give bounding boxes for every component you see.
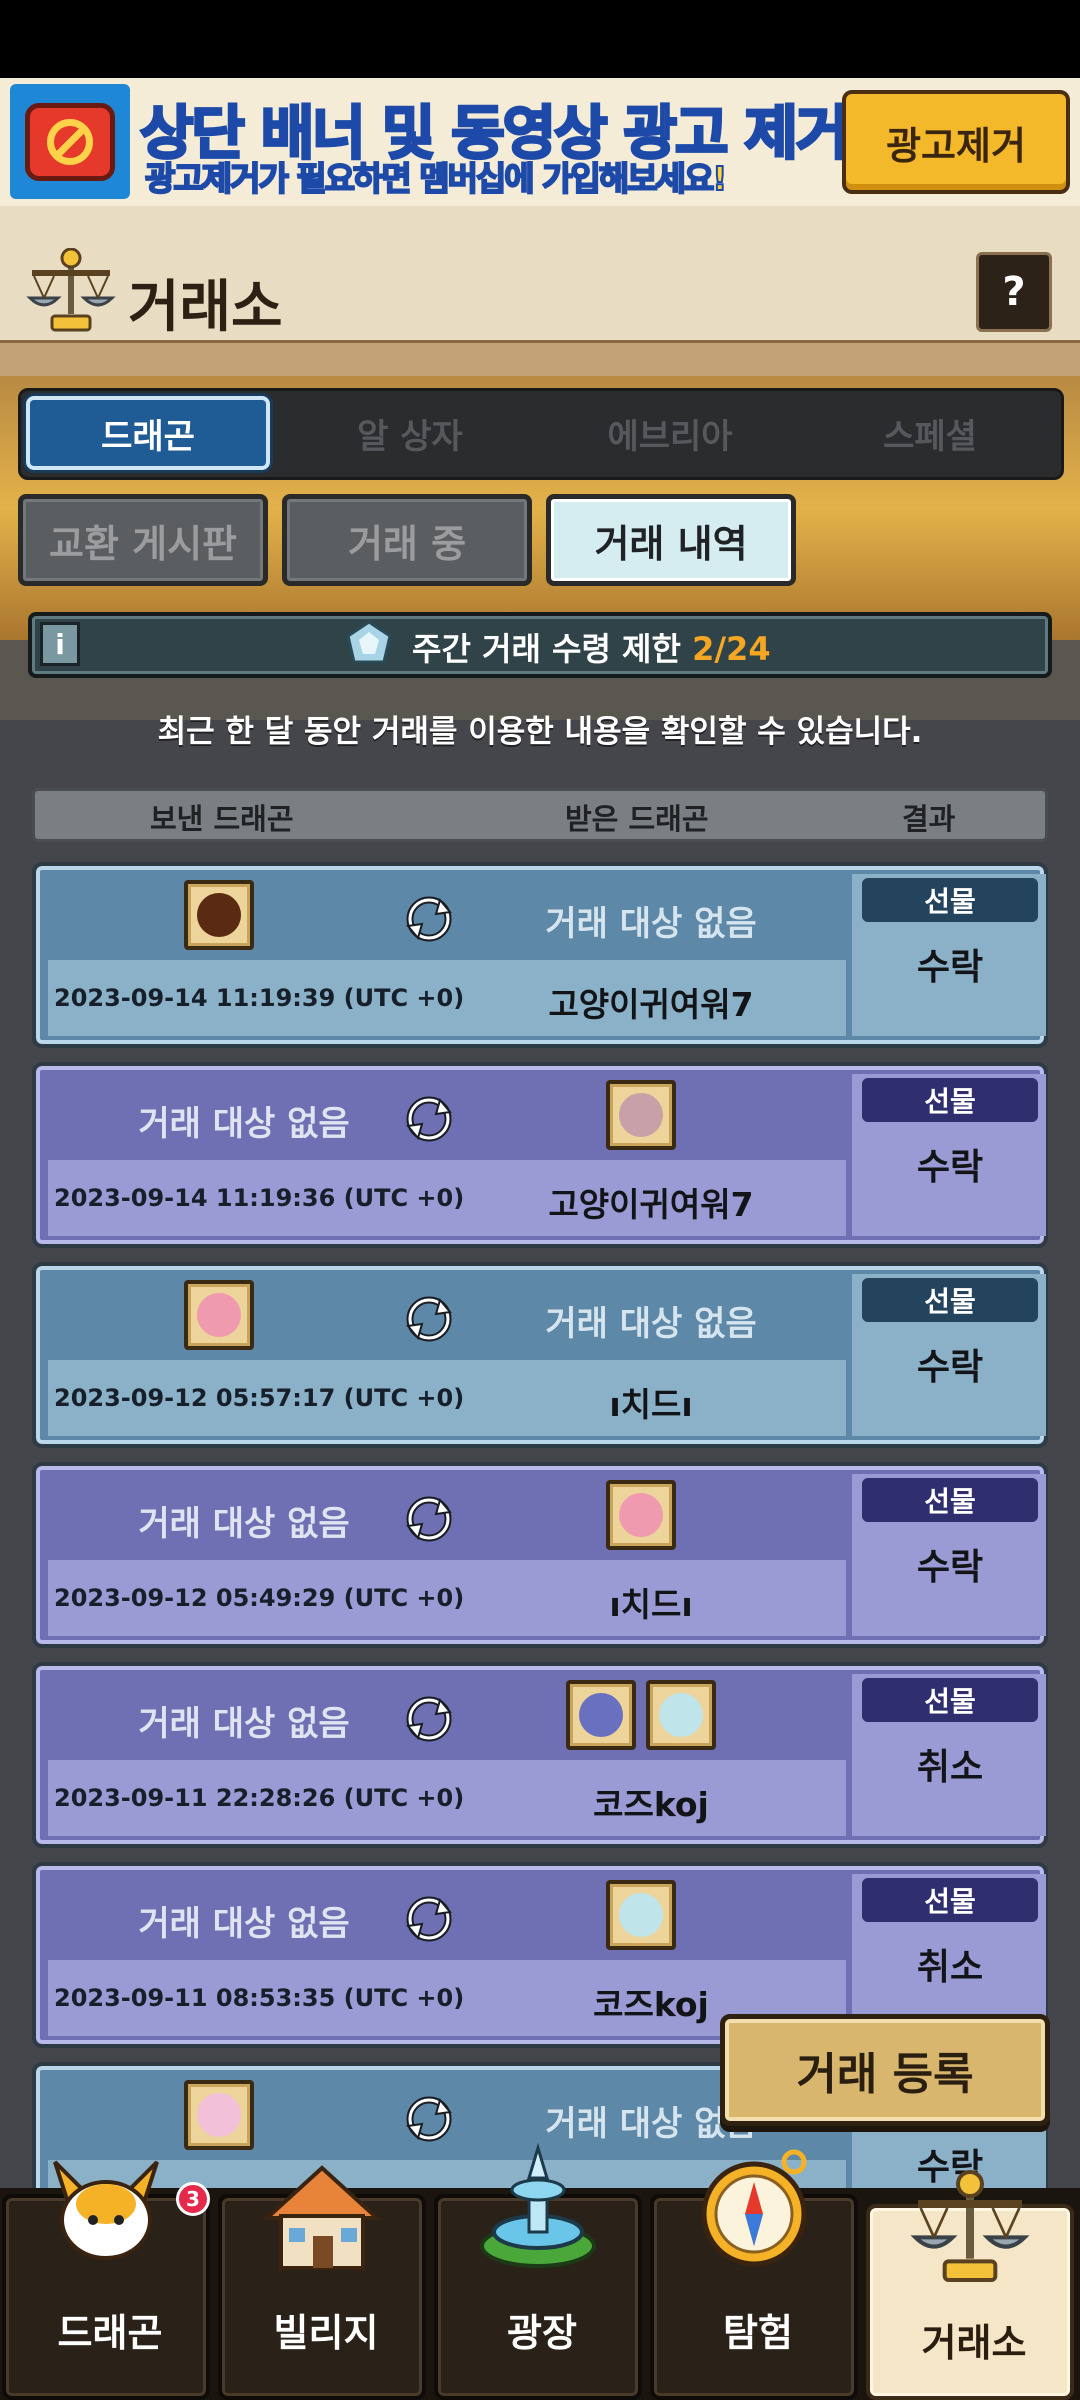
- trade-status: 취소: [916, 1747, 984, 1788]
- tab-dragon[interactable]: 드래곤: [26, 396, 270, 470]
- dragon-portrait: [197, 1293, 241, 1337]
- nav-explore-label: 탐험: [723, 2311, 793, 2355]
- table-row[interactable]: 거래 대상 없음 2023-09-14 11:19:36 (UTC +0) 고양이귀…: [32, 1062, 1048, 1248]
- dragon-portrait: [619, 1893, 663, 1937]
- balance-scale-icon: [26, 248, 116, 332]
- swap-icon: [406, 896, 452, 942]
- trade-status: 취소: [916, 1947, 984, 1988]
- table-row[interactable]: 거래 대상 없음 2023-09-11 22:28:26 (UTC +0) 코즈ko…: [32, 1662, 1048, 1848]
- column-received-dragon: 받은 드래곤: [565, 802, 709, 836]
- help-button[interactable]: ?: [976, 252, 1052, 332]
- trade-timestamp: 2023-09-11 08:53:35 (UTC +0): [54, 1984, 465, 2012]
- trade-timestamp: 2023-09-11 22:28:26 (UTC +0): [54, 1784, 465, 1812]
- nav-exchange[interactable]: 거래소: [866, 2170, 1074, 2400]
- dragon-portrait: [197, 893, 241, 937]
- trade-type-badge: 선물: [862, 1478, 1038, 1522]
- nav-village[interactable]: 빌리지: [218, 2165, 426, 2400]
- nav-plaza-label: 광장: [507, 2311, 577, 2355]
- tab-egg-box[interactable]: 알 상자: [288, 396, 532, 470]
- trade-partner-name: ı치드ı: [609, 1585, 693, 1624]
- trade-status: 수락: [916, 947, 984, 988]
- dragon-portrait: [619, 1493, 663, 1537]
- nav-dragon[interactable]: 드래곤: [2, 2160, 210, 2400]
- swap-icon: [406, 1096, 452, 1142]
- nav-plaza[interactable]: 광장: [434, 2142, 642, 2400]
- trade-status: 수락: [916, 1547, 984, 1588]
- tab-trading[interactable]: 거래 중: [282, 494, 532, 586]
- weekly-limit-count: 2/24: [692, 630, 771, 668]
- header-trim: [0, 340, 1080, 376]
- column-result: 결과: [902, 802, 956, 836]
- nav-explore[interactable]: 탐험: [650, 2149, 858, 2400]
- swap-icon: [406, 1696, 452, 1742]
- dragon-portrait: [619, 1093, 663, 1137]
- notification-badge: 3: [176, 2182, 210, 2216]
- received-dragon-empty: 거래 대상 없음: [545, 904, 757, 944]
- swap-icon: [406, 2096, 452, 2142]
- nav-exchange-label: 거래소: [921, 2321, 1027, 2365]
- ad-banner[interactable]: 상단 배너 및 동영상 광고 제거! 광고제거가 필요하면 멤버십에 가입해보세…: [0, 78, 1080, 206]
- table-row[interactable]: 거래 대상 없음 2023-09-12 05:57:17 (UTC +0) ı치드ı…: [32, 1262, 1048, 1448]
- page-title: 거래소: [128, 275, 283, 340]
- sent-dragon-empty: 거래 대상 없음: [138, 1904, 350, 1944]
- weekly-limit-text: 주간 거래 수령 제한 2/24: [412, 624, 771, 670]
- swap-icon: [406, 1496, 452, 1542]
- trade-status: 수락: [916, 1147, 984, 1188]
- trade-timestamp: 2023-09-12 05:49:29 (UTC +0): [54, 1584, 465, 1612]
- dragon-fox-icon: [53, 2160, 159, 2260]
- column-sent-dragon: 보낸 드래곤: [150, 802, 294, 836]
- trade-type-badge: 선물: [862, 1878, 1038, 1922]
- sent-dragon-empty: 거래 대상 없음: [138, 1704, 350, 1744]
- received-dragon-icon[interactable]: [606, 1880, 676, 1950]
- no-ads-tv-icon: [10, 84, 130, 199]
- swap-icon: [406, 1296, 452, 1342]
- table-row[interactable]: 거래 대상 없음 2023-09-12 05:49:29 (UTC +0) ı치드ı…: [32, 1462, 1048, 1648]
- sent-dragon-icon[interactable]: [184, 2080, 254, 2150]
- tab-everia[interactable]: 에브리아: [548, 396, 792, 470]
- trade-type-badge: 선물: [862, 1278, 1038, 1322]
- trade-timestamp: 2023-09-12 05:57:17 (UTC +0): [54, 1384, 465, 1412]
- nav-village-label: 빌리지: [273, 2311, 379, 2355]
- trade-partner-name: 고양이귀여워7: [548, 985, 754, 1024]
- trade-type-badge: 선물: [862, 1678, 1038, 1722]
- dragon-portrait: [659, 1693, 703, 1737]
- info-icon[interactable]: i: [40, 622, 80, 666]
- trade-timestamp: 2023-09-14 11:19:39 (UTC +0): [54, 984, 465, 1012]
- received-dragon-icon[interactable]: [566, 1680, 636, 1750]
- dragon-portrait: [197, 2093, 241, 2137]
- swap-icon: [406, 1896, 452, 1942]
- received-dragon-icon[interactable]: [606, 1480, 676, 1550]
- remove-ads-button[interactable]: 광고제거: [842, 90, 1070, 194]
- tab-special[interactable]: 스페셜: [808, 396, 1052, 470]
- balance-scale-icon: [910, 2170, 1030, 2282]
- status-bar: [0, 0, 1080, 78]
- sent-dragon-empty: 거래 대상 없음: [138, 1104, 350, 1144]
- table-row[interactable]: 거래 대상 없음 2023-09-14 11:19:39 (UTC +0) 고양이귀…: [32, 862, 1048, 1048]
- trade-partner-name: ı치드ı: [609, 1385, 693, 1424]
- dragon-portrait: [579, 1693, 623, 1737]
- compass-icon: [701, 2149, 807, 2267]
- tab-exchange-board[interactable]: 교환 게시판: [18, 494, 268, 586]
- weekly-limit-label: 주간 거래 수령 제한: [412, 630, 681, 668]
- received-dragon-icon[interactable]: [646, 1680, 716, 1750]
- received-dragon-icon[interactable]: [606, 1080, 676, 1150]
- received-dragon-empty: 거래 대상 없음: [545, 1304, 757, 1344]
- sent-dragon-icon[interactable]: [184, 1280, 254, 1350]
- nav-dragon-label: 드래곤: [57, 2311, 163, 2355]
- trade-partner-name: 코즈koj: [593, 1785, 709, 1824]
- trade-timestamp: 2023-09-14 11:19:36 (UTC +0): [54, 1184, 465, 1212]
- register-trade-button[interactable]: 거래 등록: [720, 2014, 1050, 2126]
- ad-subtitle: 광고제거가 필요하면 멤버십에 가입해보세요!: [144, 158, 728, 199]
- trade-type-badge: 선물: [862, 878, 1038, 922]
- sent-dragon-empty: 거래 대상 없음: [138, 1504, 350, 1544]
- fountain-icon: [480, 2142, 596, 2268]
- trade-type-badge: 선물: [862, 1078, 1038, 1122]
- dragon-crest-icon: [346, 620, 392, 664]
- history-description: 최근 한 달 동안 거래를 이용한 내용을 확인할 수 있습니다.: [157, 714, 923, 750]
- village-house-icon: [261, 2165, 383, 2270]
- trade-partner-name: 고양이귀여워7: [548, 1185, 754, 1224]
- sent-dragon-icon[interactable]: [184, 880, 254, 950]
- tab-trade-history[interactable]: 거래 내역: [546, 494, 796, 586]
- trade-status: 수락: [916, 1347, 984, 1388]
